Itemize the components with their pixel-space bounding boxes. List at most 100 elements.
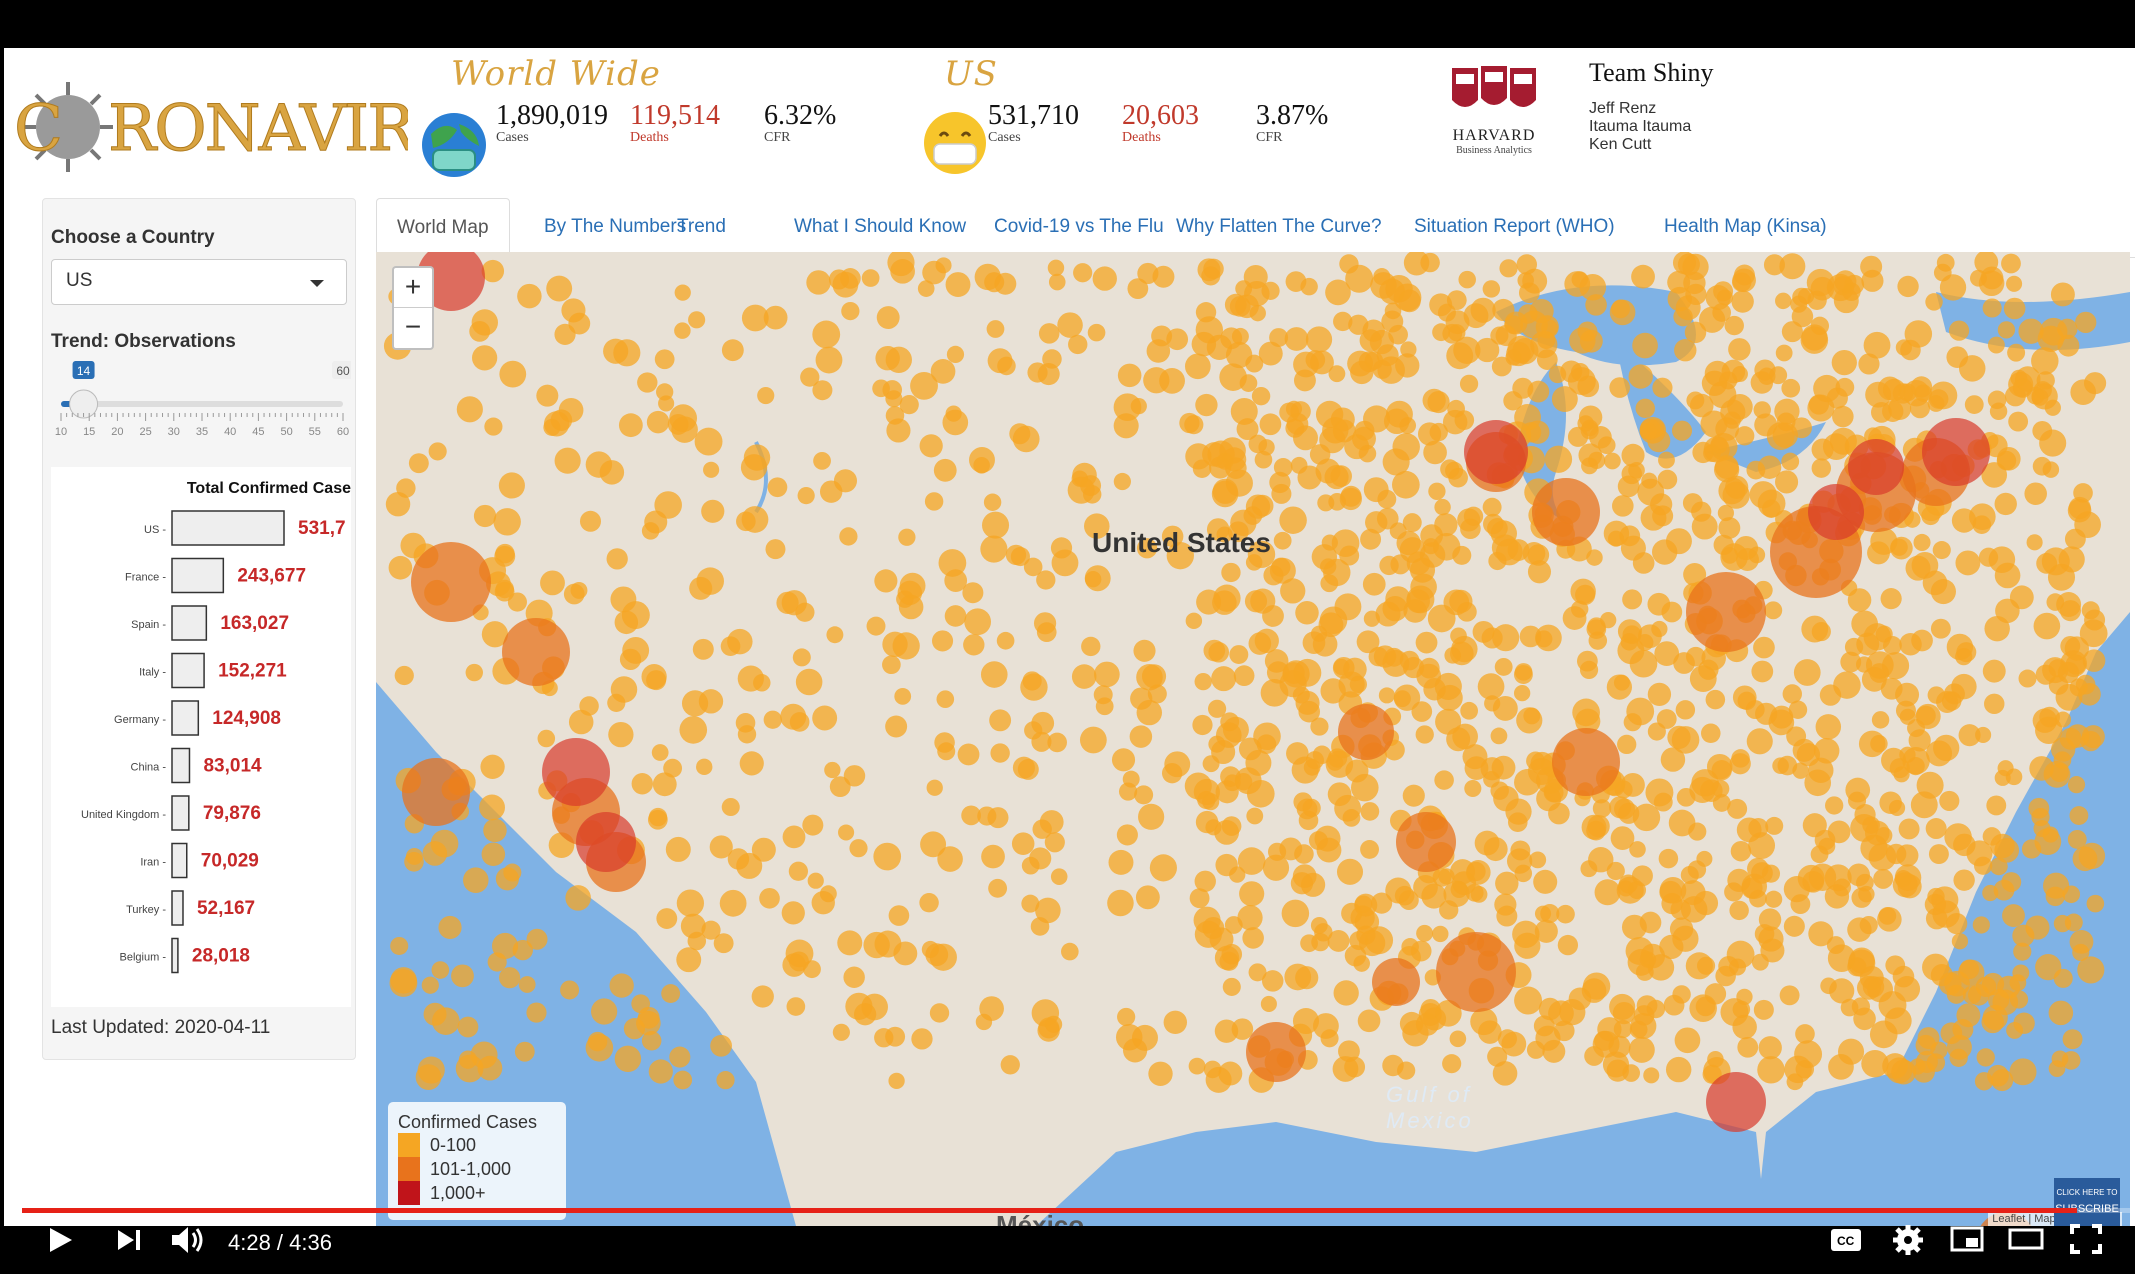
county-bubble — [1434, 498, 1451, 516]
bar — [171, 890, 184, 926]
county-bubble — [812, 705, 838, 731]
county-bubble — [546, 275, 573, 302]
captions-icon[interactable]: CC — [1830, 1228, 1862, 1252]
county-bubble — [935, 257, 952, 274]
county-bubble — [2058, 546, 2085, 573]
trend-slider[interactable]: 14 60 10 15 20 25 30 35 40 45 50 55 60 — [51, 359, 351, 439]
county-bubble — [933, 458, 957, 482]
county-bubble — [1482, 497, 1502, 517]
bar-category-label: Iran - — [140, 857, 166, 869]
next-icon[interactable] — [116, 1226, 142, 1254]
county-bubble — [1185, 443, 1212, 470]
county-bubble — [1513, 684, 1531, 702]
county-bubble — [888, 905, 910, 926]
county-bubble — [1815, 714, 1842, 740]
county-bubble — [518, 976, 536, 993]
county-bubble — [819, 885, 837, 903]
county-bubble — [1242, 927, 1264, 949]
county-bubble — [1804, 769, 1832, 797]
county-bubble — [2053, 968, 2073, 988]
county-bubble — [841, 301, 860, 321]
county-bubble — [1751, 953, 1769, 971]
county-bubble — [1568, 987, 1592, 1011]
county-bubble — [911, 1028, 933, 1050]
zoom-in-button[interactable]: + — [394, 268, 432, 308]
county-bubble — [987, 348, 1013, 374]
county-bubble — [1081, 636, 1101, 657]
tab-by-the-numbers[interactable]: By The Numbers — [544, 198, 686, 258]
county-bubble — [1415, 631, 1438, 654]
county-bubble — [1631, 264, 1655, 289]
county-bubble — [1499, 259, 1518, 278]
bar — [171, 605, 208, 641]
county-bubble — [1929, 381, 1958, 410]
county-bubble — [1084, 571, 1102, 588]
county-bubble — [1259, 413, 1282, 436]
county-bubble — [982, 511, 1010, 539]
play-icon[interactable] — [48, 1226, 74, 1254]
tab-world-map[interactable]: World Map — [376, 198, 510, 258]
county-bubble — [2032, 420, 2053, 441]
county-bubble — [614, 1045, 642, 1073]
county-bubble — [1279, 506, 1307, 534]
county-bubble — [781, 590, 807, 616]
county-bubble — [1982, 298, 2002, 318]
county-bubble — [554, 447, 581, 474]
county-bubble — [701, 920, 721, 940]
county-bubble — [1575, 584, 1596, 605]
county-bubble — [1207, 699, 1227, 718]
county-bubble — [1427, 604, 1456, 633]
world-map[interactable]: + − United States Gulf of Mexico México L… — [376, 252, 2130, 1226]
bar-category-label: Spain - — [131, 619, 166, 631]
map-canvas[interactable] — [376, 252, 2130, 1226]
tab-covid-19-vs-the-flu[interactable]: Covid-19 vs The Flu — [994, 198, 1164, 258]
volume-icon[interactable] — [170, 1224, 206, 1256]
county-bubble — [1628, 1036, 1655, 1063]
county-bubble — [388, 555, 413, 580]
county-bubble — [1384, 302, 1402, 320]
county-bubble — [1111, 748, 1136, 772]
county-bubble — [676, 947, 702, 973]
county-bubble — [1861, 1049, 1889, 1078]
harvard-shield-icon — [1452, 66, 1536, 107]
county-bubble — [701, 499, 725, 523]
county-bubble — [1460, 701, 1479, 720]
county-bubble — [631, 994, 651, 1014]
county-bubble — [1677, 253, 1700, 276]
tab-trend[interactable]: Trend — [677, 198, 726, 258]
settings-gear-icon[interactable] — [1892, 1224, 1924, 1256]
county-bubble — [599, 460, 625, 485]
fullscreen-icon[interactable] — [2070, 1224, 2102, 1254]
county-bubble — [1201, 266, 1221, 286]
miniplayer-icon[interactable] — [1950, 1226, 1984, 1252]
county-bubble — [1470, 1008, 1498, 1036]
tab-what-i-should-know[interactable]: What I Should Know — [794, 198, 966, 258]
tab-situation-report-who[interactable]: Situation Report (WHO) — [1414, 198, 1615, 258]
theater-mode-icon[interactable] — [2008, 1226, 2044, 1252]
county-bubble — [1626, 697, 1655, 726]
tab-why-flatten-the-curve[interactable]: Why Flatten The Curve? — [1176, 198, 1382, 258]
county-bubble — [1333, 980, 1359, 1006]
county-bubble — [679, 716, 708, 744]
county-bubble — [1012, 425, 1040, 453]
county-bubble — [1327, 782, 1352, 807]
county-bubble — [1205, 819, 1222, 836]
legend-swatch-high — [398, 1181, 420, 1205]
county-bubble — [1284, 963, 1312, 991]
county-bubble — [1579, 329, 1603, 353]
county-bubble — [1166, 328, 1189, 351]
county-bubble — [757, 386, 775, 405]
county-bubble — [1465, 883, 1484, 902]
county-bubble — [1108, 849, 1134, 875]
county-bubble — [1491, 356, 1512, 377]
country-select[interactable]: US — [51, 259, 347, 305]
zoom-out-button[interactable]: − — [394, 308, 432, 348]
tab-health-map-kinsa[interactable]: Health Map (Kinsa) — [1664, 198, 1827, 258]
county-bubble — [1899, 708, 1916, 725]
confirmed-cases-chart: Total Confirmed Case US - 531,7 France - 243… — [51, 467, 351, 1007]
svg-text:RONAVIRUS: RONAVIRUS — [108, 92, 408, 166]
county-bubble — [1246, 1022, 1306, 1082]
county-bubble — [493, 508, 521, 536]
county-bubble — [1982, 884, 1999, 902]
county-bubble — [1195, 393, 1218, 417]
